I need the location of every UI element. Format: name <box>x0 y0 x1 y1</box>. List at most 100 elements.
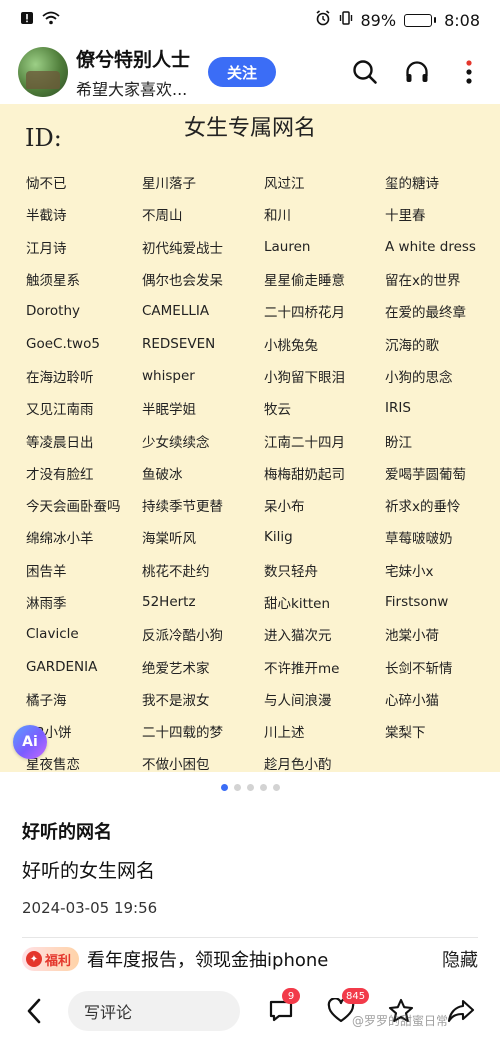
bottom-action-bar: 写评论 9 845 <box>0 983 500 1039</box>
header-actions <box>352 59 482 85</box>
promo-banner[interactable]: ✦ 福利 看年度报告，领现金抽iphone 隐藏 <box>22 944 478 974</box>
name-cell: 不许推开me <box>264 660 340 677</box>
status-left <box>20 11 60 29</box>
like-count: 845 <box>342 988 370 1004</box>
follow-button[interactable]: 关注 <box>208 57 277 87</box>
name-cell: whisper <box>142 367 195 384</box>
carousel-dot[interactable] <box>259 784 267 791</box>
name-cell: 52Hertz <box>142 594 196 610</box>
carousel-dot[interactable] <box>233 784 241 791</box>
name-cell: 进入猫次元 <box>264 628 332 645</box>
carousel-dot[interactable] <box>220 784 228 791</box>
user-name[interactable]: 僚兮特别人士 <box>76 45 190 72</box>
user-info[interactable]: 僚兮特别人士 希望大家喜欢... <box>76 45 190 100</box>
name-cell: 风过江 <box>264 176 305 193</box>
name-cell: Kilig <box>264 529 293 546</box>
back-icon[interactable] <box>14 991 54 1031</box>
name-cell: 橘子海 <box>26 692 67 709</box>
name-cell: Dorothy <box>26 303 81 320</box>
name-cell: 在海边聆听 <box>26 369 94 386</box>
post-header: 僚兮特别人士 希望大家喜欢... 关注 <box>0 42 500 102</box>
name-cell: 盼江 <box>385 434 412 451</box>
name-cell: 小桃兔兔 <box>264 337 318 354</box>
names-grid: 恸不已 星川落子 风过江 玺的糖诗 半截诗 不周山 和川 十里春 江月诗 初代纯爱战士 Lauren… <box>26 166 496 772</box>
post-title: 好听的网名 <box>22 822 112 843</box>
name-cell: 祈求x的垂怜 <box>385 499 461 516</box>
name-cell: 才没有脸红 <box>26 466 94 483</box>
promo-text[interactable]: 看年度报告，领现金抽iphone <box>87 946 328 972</box>
name-cell: 川上述 <box>264 725 305 742</box>
name-cell: 小狗留下眼泪 <box>264 369 345 386</box>
clock: 8:08 <box>444 10 480 30</box>
name-cell: 又见江南雨 <box>26 402 94 419</box>
vibrate-icon <box>339 10 353 30</box>
name-cell: 初代纯爱战士 <box>142 240 223 257</box>
name-cell: 今天会画卧蚕吗 <box>26 499 121 516</box>
name-cell: CAMELLIA <box>142 303 210 320</box>
name-cell: 心碎小猫 <box>385 692 439 709</box>
user-subtitle: 希望大家喜欢... <box>76 79 188 99</box>
name-cell: IRIS <box>385 400 411 417</box>
name-cell: GARDENIA <box>26 658 98 675</box>
more-options-icon[interactable] <box>456 59 482 85</box>
name-cell: 星川落子 <box>142 176 196 193</box>
name-cell: 半截诗 <box>26 208 67 225</box>
name-cell: 不周山 <box>142 208 183 225</box>
name-cell: 淋雨季 <box>26 596 67 612</box>
name-cell: 甜心kitten <box>264 596 331 612</box>
status-bar: 89% 8:08 <box>0 0 500 40</box>
name-cell: 不做小困包 <box>142 757 210 772</box>
comment-count: 9 <box>282 988 300 1004</box>
comment-button[interactable]: 9 <box>266 988 300 1026</box>
promo-hide-button[interactable]: 隐藏 <box>442 946 478 972</box>
name-cell: 数只轻舟 <box>264 563 318 580</box>
name-cell: 趁月色小酌 <box>264 757 332 772</box>
carousel-dot[interactable] <box>272 784 280 791</box>
gift-icon: ✦ <box>26 951 42 967</box>
battery-icon <box>404 13 437 27</box>
name-cell: 星星偷走睡意 <box>264 273 345 290</box>
name-cell: 与人间浪漫 <box>264 692 332 709</box>
name-cell: 我不是淑女 <box>142 692 210 709</box>
name-cell: 半眠学姐 <box>142 402 196 419</box>
name-cell: 江南二十四月 <box>264 434 345 451</box>
name-cell: 触须星系 <box>26 273 80 290</box>
share-icon <box>447 999 475 1023</box>
name-cell: 牧云 <box>264 402 291 419</box>
name-cell: 小狗的思念 <box>385 369 453 386</box>
comment-input[interactable]: 写评论 <box>68 991 240 1031</box>
share-button[interactable] <box>446 996 476 1026</box>
name-cell: 偶尔也会发呆 <box>142 273 223 290</box>
battery-percent: 89% <box>360 10 397 30</box>
name-cell: 反派冷酷小狗 <box>142 628 223 645</box>
name-cell: 沉海的歌 <box>385 337 439 354</box>
wifi-icon <box>42 11 60 29</box>
name-cell: A white dress <box>385 238 476 255</box>
name-cell: 梅梅甜奶起司 <box>264 466 345 483</box>
name-cell: GoeC.two5 <box>26 335 100 352</box>
name-cell: REDSEVEN <box>142 335 216 352</box>
headphones-icon[interactable] <box>404 59 430 85</box>
avatar[interactable] <box>18 47 68 97</box>
name-cell: Clavicle <box>26 626 79 643</box>
carousel-dot[interactable] <box>246 784 254 791</box>
name-cell: 玺的糖诗 <box>385 176 439 193</box>
name-cell: 绝爱艺术家 <box>142 660 210 677</box>
search-icon[interactable] <box>352 59 378 85</box>
name-cell: 江月诗 <box>26 240 67 257</box>
ai-assistant-button[interactable]: Ai <box>13 725 47 759</box>
watermark: @罗罗的甜蜜日常 <box>352 1014 449 1028</box>
name-cell: 爱喝芋圆葡萄 <box>385 466 466 483</box>
name-cell: 在爱的最终章 <box>385 305 466 322</box>
name-cell: 鱼破冰 <box>142 466 183 483</box>
name-cell: 草莓啵啵奶 <box>385 531 453 548</box>
post-image[interactable]: 女生专属网名 ID: 恸不已 星川落子 风过江 玺的糖诗 半截诗 不周山 和川 十里春 江月诗 初… <box>0 104 500 772</box>
name-cell: 留在x的世界 <box>385 273 461 290</box>
name-cell: 棠梨下 <box>385 725 426 742</box>
name-cell: 二十四桥花月 <box>264 305 345 322</box>
name-cell: Lauren <box>264 238 311 255</box>
name-cell: 二十四载的梦 <box>142 725 223 742</box>
name-cell: 绵绵冰小羊 <box>26 531 94 548</box>
post-date: 2024-03-05 19:56 <box>22 899 158 917</box>
name-cell: 池棠小荷 <box>385 628 439 645</box>
